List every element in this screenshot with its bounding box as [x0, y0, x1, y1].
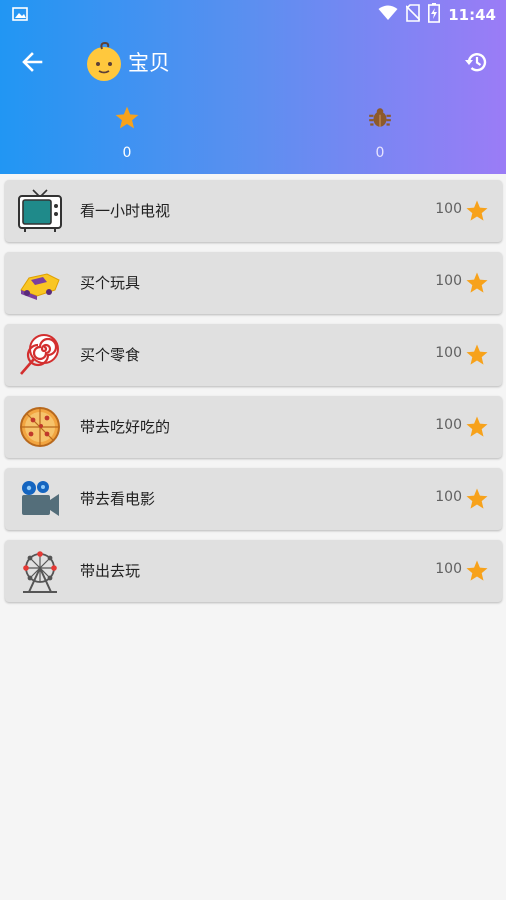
reward-cost: 100	[435, 201, 462, 217]
reward-cost: 100	[435, 561, 462, 577]
status-bar: 11:44	[0, 0, 506, 30]
history-button[interactable]	[458, 44, 494, 80]
tv-icon	[17, 188, 63, 234]
star-icon	[466, 488, 488, 509]
baby-face-icon	[84, 40, 124, 82]
star-count: 0	[87, 100, 167, 166]
wifi-icon	[378, 5, 398, 25]
reward-item[interactable]: 买个玩具 100	[5, 252, 502, 314]
app-header: 11:44 宝贝 0 0	[0, 0, 506, 174]
star-count-value: 0	[122, 145, 132, 161]
reward-item[interactable]: 买个零食 100	[5, 324, 502, 386]
toolbar: 宝贝	[0, 30, 506, 92]
reward-item[interactable]: 带去吃好吃的 100	[5, 396, 502, 458]
reward-cost: 100	[435, 345, 462, 361]
no-sim-icon	[405, 4, 421, 26]
reward-cost: 100	[435, 489, 462, 505]
reward-label: 带去看电影	[80, 490, 156, 508]
star-icon	[466, 560, 488, 581]
reward-label: 带去吃好吃的	[80, 418, 171, 436]
reward-label: 买个玩具	[80, 274, 141, 292]
reward-label: 看一小时电视	[80, 202, 171, 220]
reward-item[interactable]: 看一小时电视 100	[5, 180, 502, 242]
reward-cost: 100	[435, 417, 462, 433]
history-icon	[465, 53, 487, 72]
star-icon	[466, 416, 488, 437]
arrow-left-icon	[22, 52, 43, 72]
reward-label: 买个零食	[80, 346, 141, 364]
page-title: 宝贝	[128, 51, 170, 75]
stats-bar: 0 0	[0, 100, 506, 166]
pizza-icon	[17, 404, 63, 450]
bug-icon	[369, 108, 391, 127]
reward-item[interactable]: 带出去玩 100	[5, 540, 502, 602]
reward-cost: 100	[435, 273, 462, 289]
toy-car-icon	[17, 260, 63, 306]
ferris-wheel-icon	[17, 548, 63, 594]
status-icons: 11:44	[378, 3, 496, 27]
battery-charging-icon	[428, 3, 441, 27]
back-button[interactable]	[14, 44, 50, 80]
star-icon	[466, 344, 488, 365]
movie-camera-icon	[17, 476, 63, 522]
image-icon	[12, 6, 28, 25]
star-icon	[466, 272, 488, 293]
reward-label: 带出去玩	[80, 562, 141, 580]
star-icon	[466, 200, 488, 221]
bug-count: 0	[340, 100, 420, 166]
lollipop-icon	[17, 332, 63, 378]
bug-count-value: 0	[375, 145, 385, 161]
status-time: 11:44	[448, 6, 496, 24]
star-icon	[115, 106, 139, 129]
reward-item[interactable]: 带去看电影 100	[5, 468, 502, 530]
